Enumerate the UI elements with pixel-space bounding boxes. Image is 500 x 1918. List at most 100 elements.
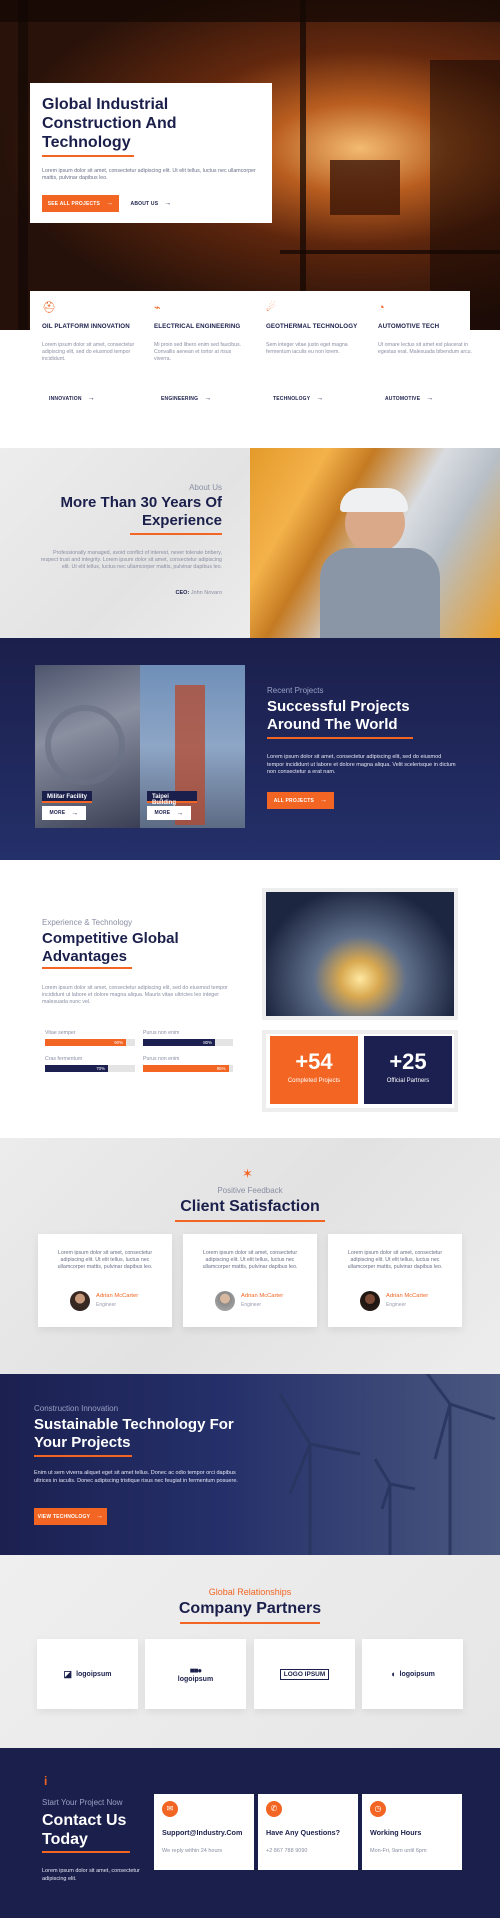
about-section: About Us More Than 30 Years Of Experienc…: [0, 448, 250, 638]
client-role: Engineer: [386, 1302, 407, 1308]
partner-logo[interactable]: LOGO IPSUM: [254, 1639, 355, 1709]
gauge-icon: ◔: [378, 302, 385, 314]
about-author: CEO: John Novaro: [176, 590, 222, 596]
contact-card-text: Mon-Fri, 9am until 6pm: [370, 1848, 427, 1854]
hero-card: Global Industrial Construction And Techn…: [30, 83, 272, 223]
project-label: Taipei Building: [147, 791, 197, 806]
advantages-title: Competitive Global Advantages: [42, 930, 179, 965]
logo-text: LOGO IPSUM: [279, 1668, 330, 1680]
contact-card-title: Have Any Questions?: [266, 1828, 341, 1837]
bar-label: Cras fermentum: [45, 1056, 83, 1062]
more-button[interactable]: MORE →: [42, 806, 86, 820]
hero-title: Global Industrial Construction And Techn…: [42, 96, 177, 151]
author-name: John Novaro: [190, 590, 222, 596]
clock-icon: ◷: [370, 1801, 386, 1817]
hero-text: Lorem ipsum dolor sit amet, consectetur …: [42, 168, 256, 181]
client-name: Adrian McCarter: [96, 1293, 139, 1299]
partner-logo[interactable]: ◪ logoipsum: [37, 1639, 138, 1709]
services-strip: ⛑ OIL PLATFORM INNOVATION Lorem ipsum do…: [30, 291, 472, 411]
title-underline: [42, 967, 132, 969]
arrow-right-icon: →: [204, 395, 212, 402]
progress-fill: 90%: [45, 1039, 126, 1046]
avatar: [215, 1291, 235, 1311]
logo-text: logoipsum: [399, 1670, 435, 1678]
sustainable-title: Sustainable Technology For Your Projects: [34, 1416, 234, 1451]
service-text: Ut ornare lectus sit amet est placerat i…: [378, 342, 473, 355]
automotive-link[interactable]: AUTOMOTIVE →: [378, 392, 438, 405]
progress-fill: 80%: [143, 1039, 215, 1046]
project-card-militar[interactable]: Militar Facility MORE →: [35, 665, 140, 828]
contact-card-email[interactable]: ✉ Support@Industry.Com We reply within 24 …: [154, 1794, 254, 1870]
about-text: Professionally managed, avoid conflict o…: [40, 550, 222, 570]
innovation-link[interactable]: INNOVATION →: [42, 392, 102, 405]
more-button[interactable]: MORE →: [147, 806, 191, 820]
hanging-crucible-image: [330, 160, 400, 215]
testimonial-card: Lorem ipsum dolor sit amet, consectetur …: [38, 1234, 172, 1327]
partner-logo[interactable]: ◖ logoipsum: [362, 1639, 463, 1709]
partner-logo[interactable]: ■■● logoipsum: [145, 1639, 246, 1709]
progress-bar: 95%: [143, 1065, 233, 1072]
logo-text: logoipsum: [76, 1670, 112, 1678]
title-underline: [180, 1622, 320, 1624]
tower-image: [175, 685, 205, 825]
mail-icon: ✉: [162, 1801, 178, 1817]
contact-card-phone[interactable]: ✆ Have Any Questions? +2 867 788 9090: [258, 1794, 358, 1870]
testimonial-card: Lorem ipsum dolor sit amet, consectetur …: [328, 1234, 462, 1327]
testimonials-section: ✶ Positive Feedback Client Satisfaction …: [0, 1138, 500, 1374]
arrow-right-icon: →: [71, 809, 79, 817]
project-label: Militar Facility: [42, 791, 92, 803]
logo-mark-icon: ■■●: [189, 1665, 202, 1675]
contact-card-hours[interactable]: ◷ Working Hours Mon-Fri, 9am until 6pm: [362, 1794, 462, 1870]
contact-kicker: Start Your Project Now: [42, 1798, 123, 1807]
arrow-right-icon: →: [176, 809, 184, 817]
contact-card-title: Working Hours: [370, 1828, 422, 1837]
service-automotive: ◔ AUTOMOTIVE TECH Ut ornare lectus sit a…: [366, 291, 478, 411]
advantages-kicker: Experience & Technology: [42, 918, 133, 927]
technology-link[interactable]: TECHNOLOGY →: [266, 392, 326, 405]
arrow-right-icon: →: [316, 395, 324, 402]
all-projects-button[interactable]: ALL PROJECTS →: [267, 792, 334, 809]
button-label: MORE: [154, 810, 171, 816]
partners-kicker: Global Relationships: [208, 1587, 292, 1597]
testimonial-text: Lorem ipsum dolor sit amet, consectetur …: [347, 1250, 443, 1270]
title-underline: [175, 1220, 325, 1222]
stat-official-partners: +25 Official Partners: [364, 1036, 452, 1104]
service-electrical: ⌁ ELECTRICAL ENGINEERING Mi proin sed li…: [142, 291, 254, 411]
drill-icon: ☄: [266, 302, 276, 314]
avatar: [360, 1291, 380, 1311]
progress-fill: 95%: [143, 1065, 229, 1072]
project-card-taipei[interactable]: Taipei Building MORE →: [140, 665, 245, 828]
testimonial-text: Lorem ipsum dolor sit amet, consectetur …: [202, 1250, 298, 1270]
partners-title: Company Partners: [178, 1600, 322, 1617]
advantages-section: Experience & Technology Competitive Glob…: [0, 860, 500, 1138]
advantages-text: Lorem ipsum dolor sit amet, consectetur …: [42, 985, 228, 1005]
arrow-right-icon: →: [87, 395, 95, 402]
about-us-button[interactable]: ABOUT US →: [126, 195, 176, 212]
progress-bar: 80%: [143, 1039, 233, 1046]
service-text: Lorem ipsum dolor sit amet, consectetur …: [42, 342, 135, 362]
sustainable-kicker: Construction Innovation: [34, 1404, 119, 1413]
view-technology-button[interactable]: VIEW TECHNOLOGY →: [34, 1508, 107, 1525]
service-text: Sem integer vitae justo eget magna ferme…: [266, 342, 348, 355]
client-role: Engineer: [241, 1302, 262, 1308]
service-title: GEOTHERMAL TECHNOLOGY: [266, 323, 358, 330]
plug-icon: ⌁: [154, 302, 161, 314]
facility-image: [45, 705, 125, 785]
info-icon: i: [44, 1774, 48, 1788]
progress-bar: 90%: [45, 1039, 135, 1046]
progress-bar: 70%: [45, 1065, 135, 1072]
link-label: INNOVATION: [49, 395, 82, 402]
button-label: ALL PROJECTS: [273, 797, 315, 804]
link-label: ENGINEERING: [161, 395, 199, 402]
engineering-link[interactable]: ENGINEERING →: [154, 392, 214, 405]
worker-photo: [250, 448, 500, 638]
progress-value: 80%: [203, 1040, 212, 1045]
service-oil-platform: ⛑ OIL PLATFORM INNOVATION Lorem ipsum do…: [30, 291, 142, 411]
testimonials-kicker: Positive Feedback: [217, 1186, 283, 1195]
contact-card-title: Support@Industry.Com: [162, 1828, 243, 1837]
logo-mark-icon: ◪: [63, 1668, 73, 1679]
logo-mark-icon: ◖: [390, 1669, 396, 1679]
see-all-projects-button[interactable]: SEE ALL PROJECTS →: [42, 195, 119, 212]
contact-title: Contact Us Today: [42, 1812, 127, 1848]
bar-label: Purus non enim: [143, 1030, 180, 1036]
